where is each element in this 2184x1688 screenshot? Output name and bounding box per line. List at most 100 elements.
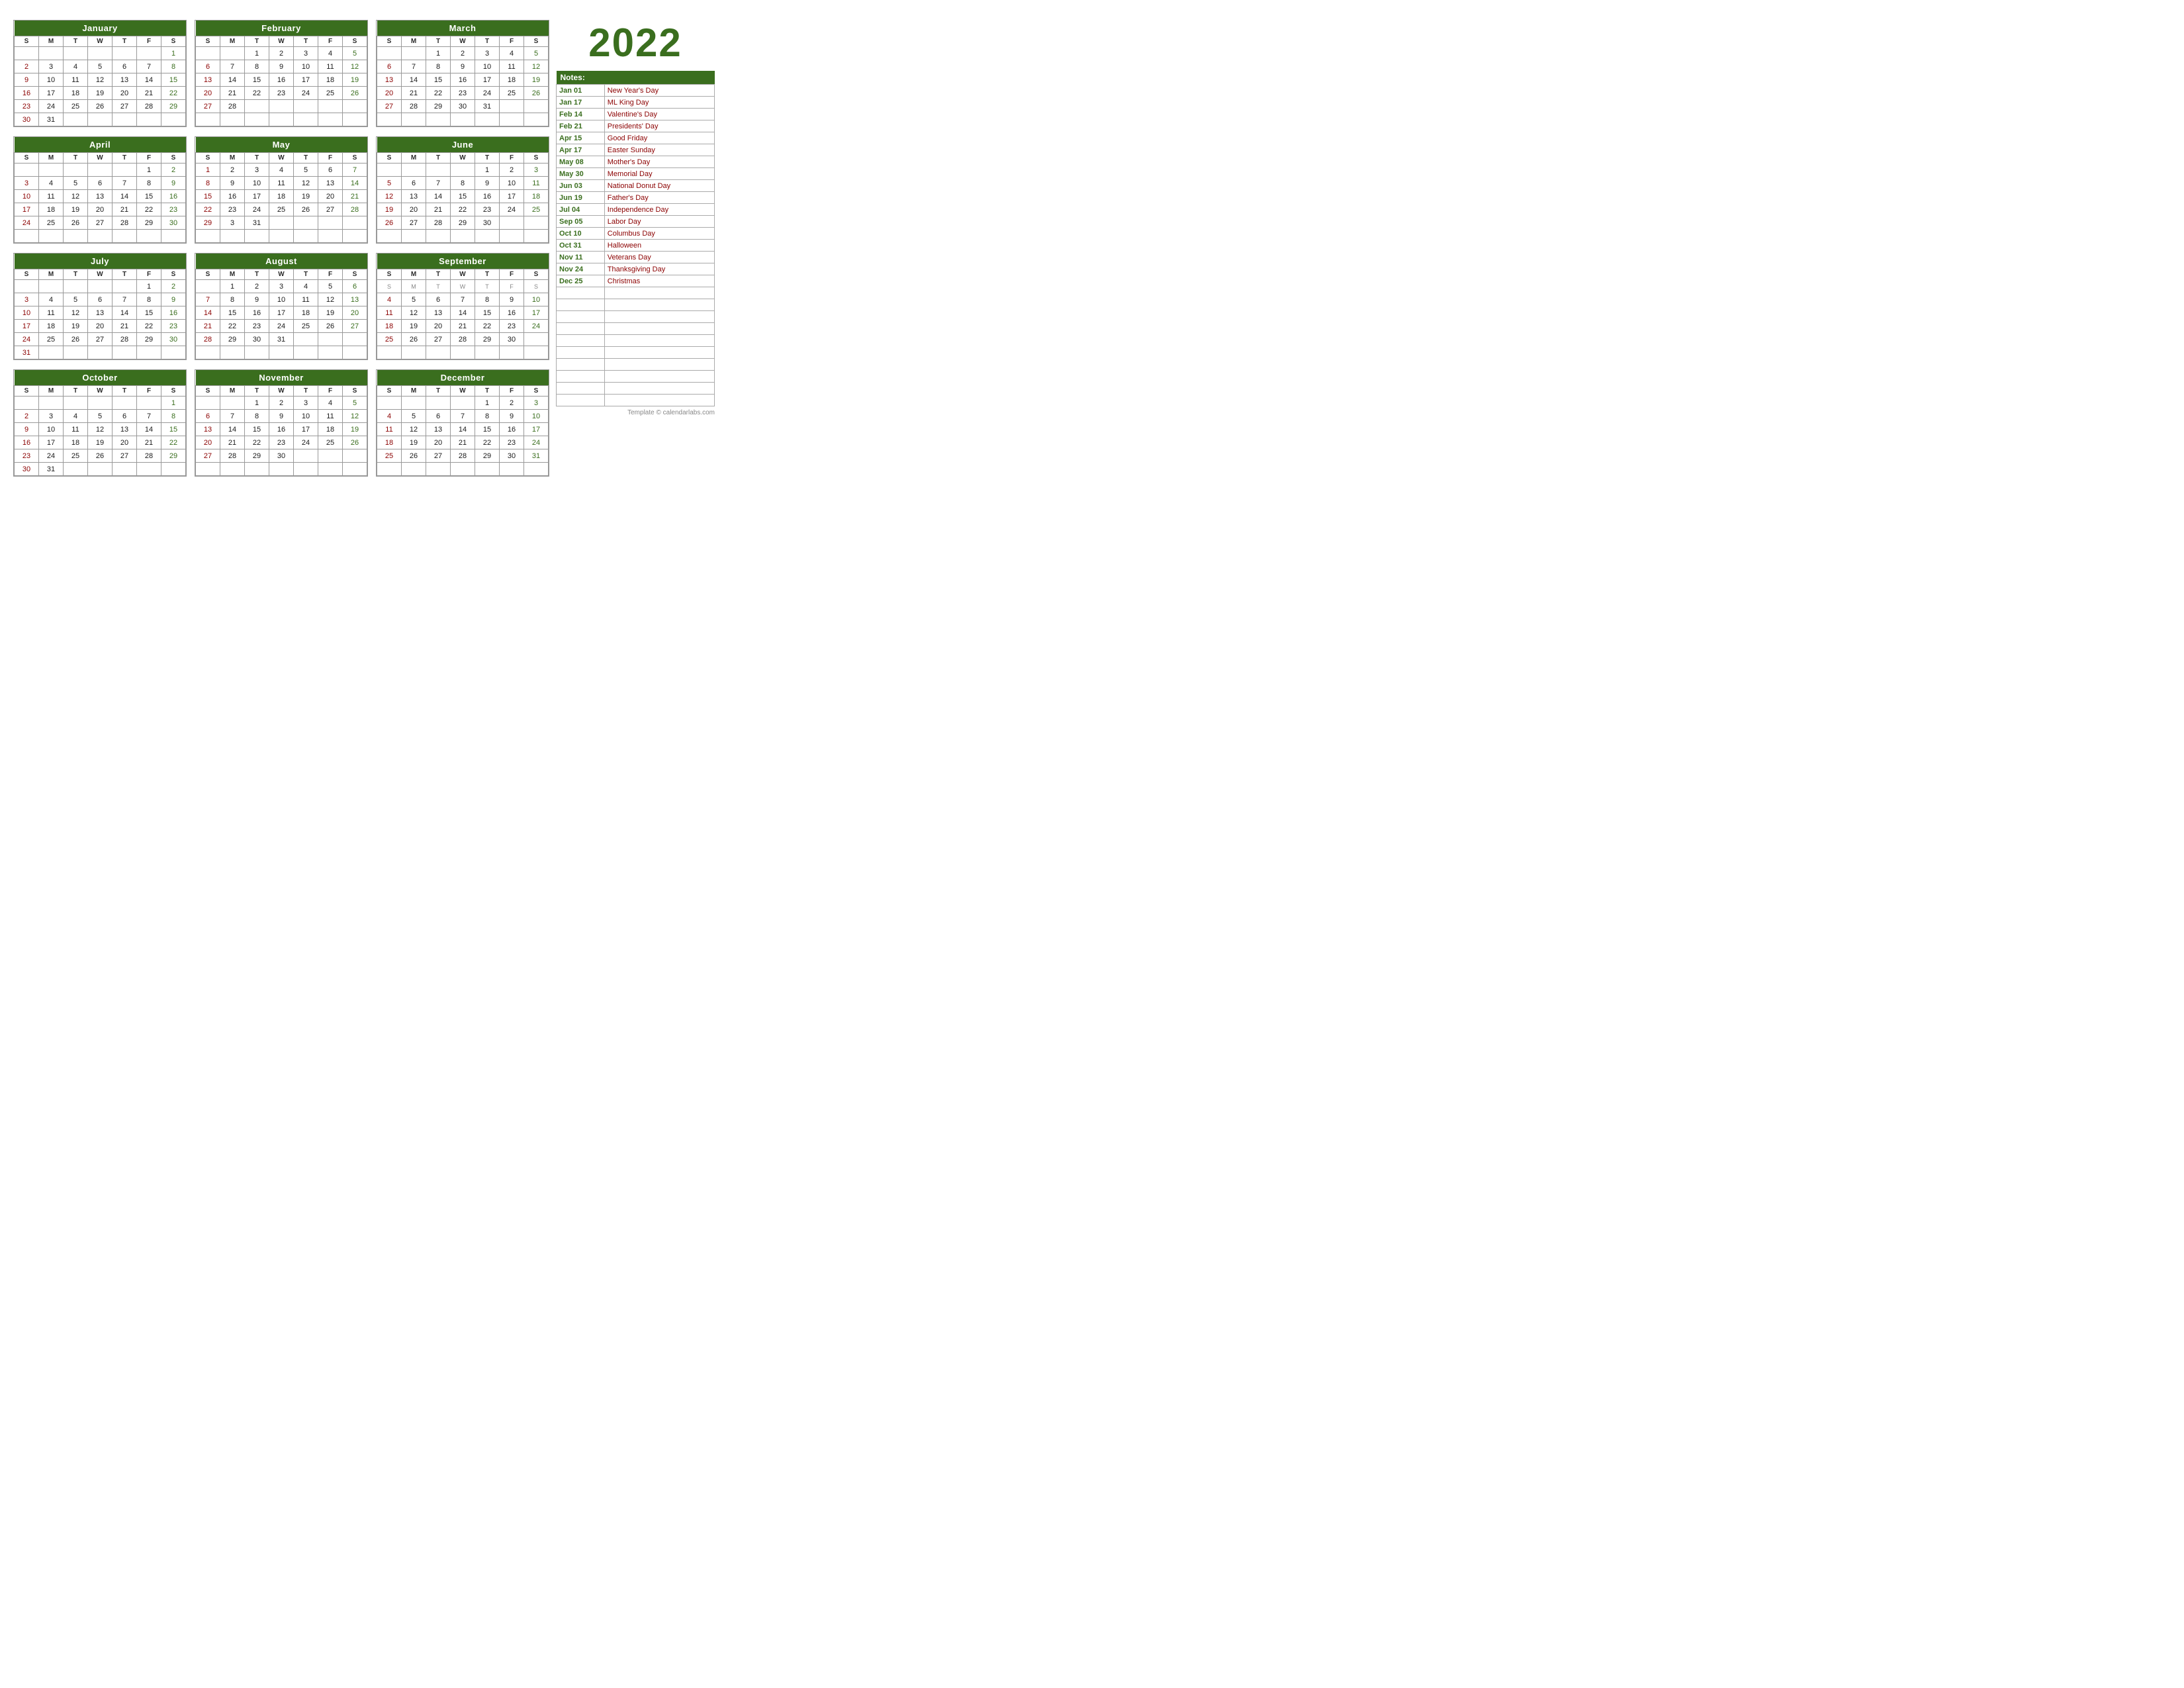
day-cell	[451, 397, 475, 410]
day-cell	[294, 230, 318, 243]
blank-notes-row	[557, 383, 715, 395]
holiday-date: Oct 10	[557, 228, 605, 240]
holiday-date: Jul 04	[557, 204, 605, 216]
day-cell	[245, 230, 269, 243]
day-cell	[64, 230, 88, 243]
day-cell: 17	[245, 190, 269, 203]
day-header-cell: M	[402, 269, 426, 280]
day-cell: 5	[402, 410, 426, 423]
blank-notes-cell	[557, 311, 605, 323]
day-cell: 18	[318, 73, 343, 87]
day-cell: 19	[88, 87, 113, 100]
day-cell: 24	[39, 449, 64, 463]
day-cell: 15	[137, 190, 161, 203]
day-cell	[343, 230, 367, 243]
day-header-cell: F	[500, 269, 524, 280]
month-table-july: JulySMTWTFS12345678910111213141516171819…	[14, 254, 186, 359]
day-cell: 16	[245, 306, 269, 320]
month-table-june: JuneSMTWTFS12356789101112131415161718192…	[377, 137, 549, 243]
day-cell: 4	[377, 410, 402, 423]
blank-notes-cell	[604, 395, 714, 406]
day-cell: 14	[137, 423, 161, 436]
holiday-date: Apr 15	[557, 132, 605, 144]
day-cell	[39, 397, 64, 410]
day-cell: 14	[451, 306, 475, 320]
day-cell	[220, 397, 245, 410]
day-cell	[137, 47, 161, 60]
day-cell: 20	[113, 87, 137, 100]
day-cell: 14	[220, 423, 245, 436]
day-cell: 3	[245, 164, 269, 177]
day-cell	[88, 280, 113, 293]
day-cell: 19	[402, 320, 426, 333]
day-cell	[64, 463, 88, 476]
day-header-cell: F	[137, 269, 161, 280]
month-table-january: JanuarySMTWTFS12345678910111213141516171…	[14, 21, 186, 126]
day-cell	[524, 113, 549, 126]
day-cell: 8	[245, 410, 269, 423]
day-cell	[377, 397, 402, 410]
day-cell	[377, 47, 402, 60]
day-cell: 28	[451, 449, 475, 463]
day-cell: 29	[220, 333, 245, 346]
day-cell: 28	[426, 216, 451, 230]
day-cell: 30	[269, 449, 294, 463]
day-header-cell: S	[343, 153, 367, 164]
day-cell: 18	[39, 203, 64, 216]
day-cell: 5	[524, 47, 549, 60]
day-cell	[318, 100, 343, 113]
day-cell	[15, 164, 39, 177]
blank-notes-row	[557, 287, 715, 299]
day-cell: 20	[196, 87, 220, 100]
day-header-cell: W	[269, 36, 294, 47]
day-header-cell: M	[220, 153, 245, 164]
day-cell: 12	[343, 60, 367, 73]
day-cell: 26	[318, 320, 343, 333]
day-cell: 5	[343, 397, 367, 410]
day-cell: 14	[426, 190, 451, 203]
day-cell: 14	[220, 73, 245, 87]
day-cell: 13	[318, 177, 343, 190]
day-cell: 29	[245, 449, 269, 463]
day-cell: 11	[377, 423, 402, 436]
day-cell: 17	[39, 87, 64, 100]
day-cell: 7	[113, 177, 137, 190]
day-cell: 26	[343, 436, 367, 449]
month-header-june: June	[377, 137, 549, 153]
day-cell	[343, 100, 367, 113]
day-header-cell: T	[64, 153, 88, 164]
day-cell: 9	[161, 293, 186, 306]
day-cell: 20	[426, 320, 451, 333]
day-cell: 6	[318, 164, 343, 177]
day-cell: 15	[475, 423, 500, 436]
day-cell	[500, 230, 524, 243]
day-header-cell: F	[318, 386, 343, 397]
day-cell: 10	[524, 410, 549, 423]
day-cell	[64, 47, 88, 60]
day-cell: 27	[88, 216, 113, 230]
day-cell	[196, 47, 220, 60]
day-header-cell: S	[15, 153, 39, 164]
day-cell	[88, 47, 113, 60]
day-cell: 8	[245, 60, 269, 73]
blank-notes-cell	[604, 359, 714, 371]
holiday-date: Oct 31	[557, 240, 605, 252]
day-cell: 8	[475, 293, 500, 306]
day-cell	[64, 164, 88, 177]
day-cell: 18	[500, 73, 524, 87]
blank-notes-row	[557, 347, 715, 359]
day-header-cell: T	[113, 153, 137, 164]
day-header-cell: W	[88, 153, 113, 164]
notes-table: Notes: Jan 01New Year's DayJan 17ML King…	[556, 71, 715, 406]
day-cell	[402, 113, 426, 126]
day-cell: 28	[137, 100, 161, 113]
day-header-cell: F	[500, 153, 524, 164]
day-header-cell: S	[343, 36, 367, 47]
day-cell	[402, 463, 426, 476]
day-cell: 13	[426, 423, 451, 436]
day-header-cell: S	[377, 269, 402, 280]
day-cell: 7	[343, 164, 367, 177]
holiday-date: Sep 05	[557, 216, 605, 228]
day-cell: 18	[377, 436, 402, 449]
month-october: OctoberSMTWTFS12345678910111213141516171…	[13, 369, 187, 477]
